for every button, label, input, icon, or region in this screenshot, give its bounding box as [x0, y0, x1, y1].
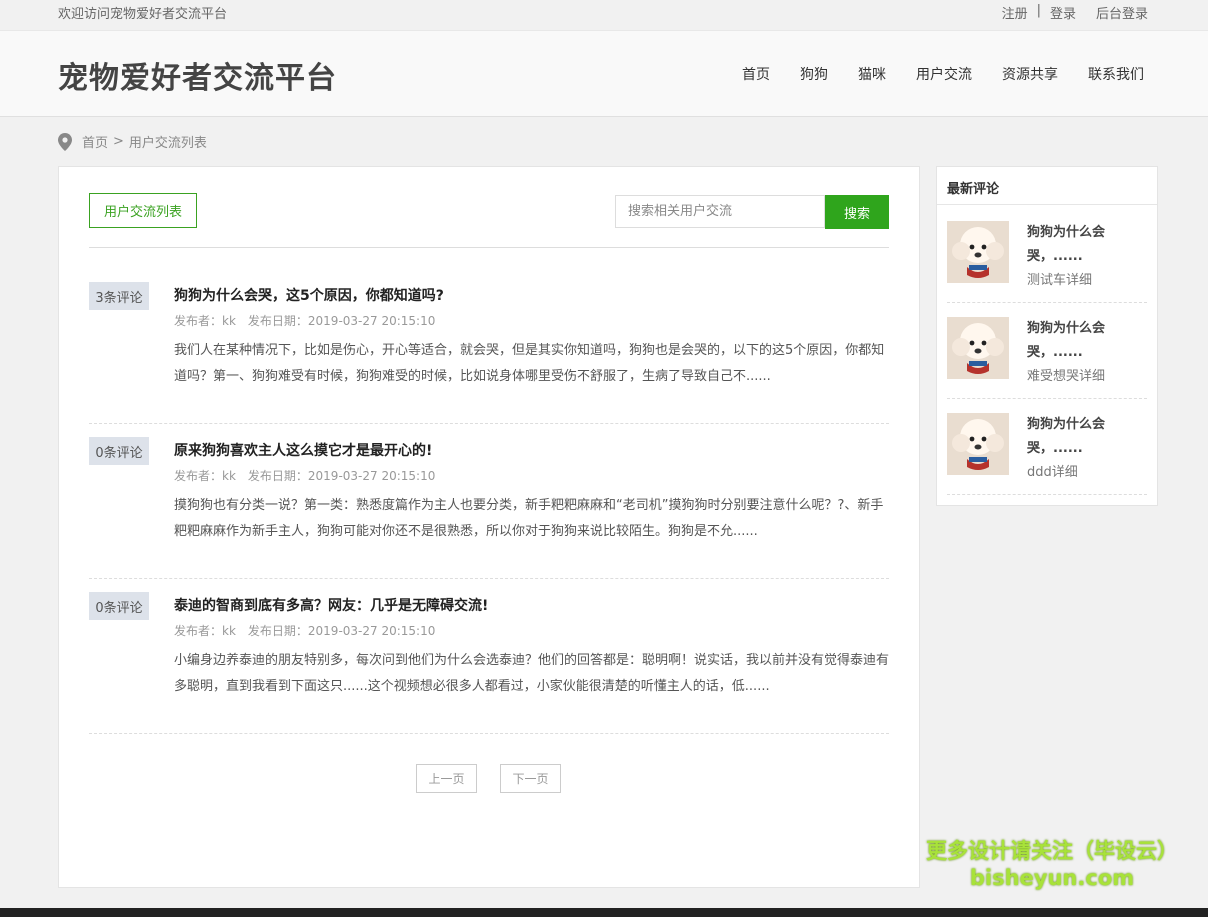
- latest-comments-title: 最新评论: [937, 167, 1157, 205]
- next-page-button[interactable]: 下一页: [500, 764, 561, 793]
- comment-title-line2: 哭，......: [1027, 345, 1083, 360]
- post-date: 发布日期：2019-03-27 20:15:10: [247, 624, 436, 638]
- header-divider: [89, 247, 889, 248]
- account-links: 注册 | 登录 后台登录: [1002, 3, 1148, 22]
- search-button[interactable]: 搜索: [825, 195, 889, 229]
- post-item: 0条评论 泰迪的智商到底有多高？网友：几乎是无障碍交流! 发布者：kk 发布日期：…: [89, 578, 889, 734]
- nav-cats[interactable]: 猫咪: [858, 64, 886, 84]
- post-date: 发布日期：2019-03-27 20:15:10: [247, 314, 436, 328]
- top-bar: 欢迎访问宠物爱好者交流平台 注册 | 登录 后台登录: [0, 0, 1208, 30]
- register-link[interactable]: 注册: [1002, 3, 1028, 22]
- comment-item[interactable]: 狗狗为什么会 哭，...... ddd详细: [947, 398, 1147, 495]
- nav-resource-share[interactable]: 资源共享: [1002, 64, 1058, 84]
- site-header: 宠物爱好者交流平台 首页 狗狗 猫咪 用户交流 资源共享 联系我们: [0, 30, 1208, 117]
- poodle-thumbnail-image: [947, 317, 1009, 379]
- site-logo[interactable]: 宠物爱好者交流平台: [58, 53, 337, 97]
- link-separator: |: [1036, 3, 1041, 18]
- latest-comments-panel: 最新评论 狗狗为什么会 哭，...... 测试车详细 狗狗为什么会 哭，....…: [936, 166, 1158, 506]
- comment-text: 狗狗为什么会 哭，...... 难受想哭详细: [1027, 317, 1147, 389]
- post-date: 发布日期：2019-03-27 20:15:10: [247, 469, 436, 483]
- breadcrumb: 首页 > 用户交流列表: [58, 132, 207, 151]
- comment-title-line1: 狗狗为什么会: [1027, 321, 1106, 336]
- content-panel: 用户交流列表 搜索 3条评论 狗狗为什么会哭，这5个原因，你都知道吗? 发布者：…: [58, 166, 920, 888]
- pagination: 上一页 下一页: [416, 764, 561, 793]
- comment-desc: 测试车详细: [1027, 273, 1093, 288]
- admin-login-link[interactable]: 后台登录: [1096, 3, 1148, 22]
- watermark-line1: 更多设计请关注（毕设云）: [926, 839, 1178, 863]
- comment-desc: ddd详细: [1027, 465, 1078, 480]
- welcome-text: 欢迎访问宠物爱好者交流平台: [58, 7, 228, 22]
- nav-home[interactable]: 首页: [742, 64, 770, 84]
- watermark-line2: bisheyun.com: [969, 866, 1135, 890]
- comment-count-badge: 0条评论: [89, 437, 149, 465]
- location-pin-icon: [58, 132, 72, 151]
- post-excerpt: 我们人在某种情况下，比如是伤心，开心等适合，就会哭，但是其实你知道吗，狗狗也是会…: [174, 343, 885, 384]
- breadcrumb-arrow: >: [113, 134, 124, 149]
- post-author: 发布者：kk: [174, 624, 236, 638]
- comment-title-line2: 哭，......: [1027, 441, 1083, 456]
- post-title[interactable]: 狗狗为什么会哭，这5个原因，你都知道吗?: [174, 285, 444, 305]
- post-meta: 发布者：kk 发布日期：2019-03-27 20:15:10: [174, 312, 435, 329]
- login-link[interactable]: 登录: [1050, 3, 1076, 22]
- post-item: 3条评论 狗狗为什么会哭，这5个原因，你都知道吗? 发布者：kk 发布日期：201…: [89, 268, 889, 424]
- footer-bar: [0, 908, 1208, 917]
- comment-title-line2: 哭，......: [1027, 249, 1083, 264]
- nav-user-exchange[interactable]: 用户交流: [916, 64, 972, 84]
- post-excerpt: 摸狗狗也有分类一说？第一类：熟悉度篇作为主人也要分类，新手粑粑麻麻和“老司机”摸…: [174, 498, 884, 539]
- comment-text: 狗狗为什么会 哭，...... 测试车详细: [1027, 221, 1147, 293]
- poodle-thumbnail-image: [947, 413, 1009, 475]
- prev-page-button[interactable]: 上一页: [416, 764, 477, 793]
- post-title[interactable]: 泰迪的智商到底有多高？网友：几乎是无障碍交流!: [174, 595, 488, 615]
- watermark: 更多设计请关注（毕设云） bisheyun.com: [922, 838, 1182, 892]
- comment-text: 狗狗为什么会 哭，...... ddd详细: [1027, 413, 1147, 485]
- post-title[interactable]: 原来狗狗喜欢主人这么摸它才是最开心的!: [174, 440, 432, 460]
- search-input[interactable]: [615, 195, 825, 228]
- nav-dogs[interactable]: 狗狗: [800, 64, 828, 84]
- post-author: 发布者：kk: [174, 469, 236, 483]
- comment-item[interactable]: 狗狗为什么会 哭，...... 难受想哭详细: [947, 302, 1147, 399]
- post-meta: 发布者：kk 发布日期：2019-03-27 20:15:10: [174, 467, 435, 484]
- comment-title-line1: 狗狗为什么会: [1027, 417, 1106, 432]
- breadcrumb-home[interactable]: 首页: [82, 132, 108, 151]
- comment-desc: 难受想哭详细: [1027, 369, 1106, 384]
- tab-user-exchange-list[interactable]: 用户交流列表: [89, 193, 197, 228]
- post-excerpt: 小编身边养泰迪的朋友特别多，每次问到他们为什么会选泰迪？他们的回答都是：聪明啊！…: [174, 653, 890, 694]
- breadcrumb-current: 用户交流列表: [128, 136, 207, 151]
- post-meta: 发布者：kk 发布日期：2019-03-27 20:15:10: [174, 622, 435, 639]
- comment-item[interactable]: 狗狗为什么会 哭，...... 测试车详细: [947, 206, 1147, 303]
- main-nav: 首页 狗狗 猫咪 用户交流 资源共享 联系我们: [712, 64, 1144, 84]
- comment-count-badge: 0条评论: [89, 592, 149, 620]
- poodle-thumbnail-image: [947, 221, 1009, 283]
- comment-count-badge: 3条评论: [89, 282, 149, 310]
- comment-title-line1: 狗狗为什么会: [1027, 225, 1106, 240]
- nav-contact[interactable]: 联系我们: [1088, 64, 1144, 84]
- post-author: 发布者：kk: [174, 314, 236, 328]
- post-item: 0条评论 原来狗狗喜欢主人这么摸它才是最开心的! 发布者：kk 发布日期：2019…: [89, 423, 889, 579]
